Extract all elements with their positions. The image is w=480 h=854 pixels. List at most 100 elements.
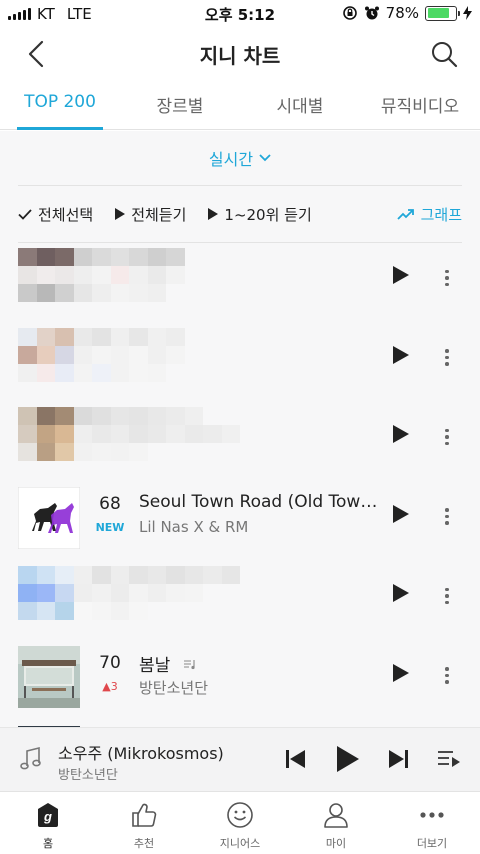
play-top20-button[interactable]: 1~20위 듣기 — [208, 204, 312, 225]
rank-change-up: ▲3 — [102, 679, 118, 693]
tab-top200[interactable]: TOP 200 — [0, 80, 120, 130]
song-row[interactable] — [0, 241, 480, 321]
play-icon — [393, 425, 409, 443]
play-icon — [393, 504, 409, 523]
person-icon — [322, 796, 350, 834]
svg-text:g: g — [43, 809, 52, 824]
graph-button[interactable]: 그래프 — [396, 204, 462, 225]
album-art — [18, 486, 80, 549]
nav-label: 추천 — [133, 837, 155, 850]
blurred-content — [18, 327, 240, 382]
nav-label: 더보기 — [416, 837, 448, 850]
nav-my[interactable]: 마이 — [288, 792, 384, 854]
artist-name: Lil Nas X & RM — [139, 517, 249, 536]
artist-name: 방탄소년단 — [139, 678, 209, 697]
nav-label: 마이 — [325, 837, 347, 850]
blurred-content — [18, 248, 240, 302]
status-right: 78% — [342, 4, 472, 22]
more-options-button[interactable] — [438, 423, 456, 451]
thumbs-up-icon — [130, 796, 158, 834]
song-list: 68 NEW Seoul Town Road (Old Town Road Re… — [0, 241, 480, 727]
realtime-filter-dropdown[interactable]: 실시간 — [0, 131, 480, 185]
play-top20-label: 1~20위 듣기 — [224, 205, 312, 224]
skip-previous-icon — [286, 750, 305, 768]
blurred-content — [18, 566, 240, 620]
more-options-button[interactable] — [438, 662, 456, 690]
select-all-label: 전체선택 — [38, 205, 94, 224]
chart-actions: 전체선택 전체듣기 1~20위 듣기 그래프 — [0, 186, 480, 242]
play-small-icon — [115, 208, 126, 220]
song-row[interactable] — [0, 559, 480, 639]
tab-genre[interactable]: 장르별 — [120, 80, 240, 129]
play-button[interactable] — [393, 504, 415, 529]
rank-number: 70 — [99, 652, 121, 673]
song-row[interactable] — [0, 321, 480, 401]
play-button[interactable] — [393, 584, 415, 608]
song-row[interactable] — [0, 400, 480, 480]
more-options-button[interactable] — [438, 264, 456, 292]
page-title: 지니 차트 — [199, 44, 281, 68]
song-row[interactable]: 68 NEW Seoul Town Road (Old Town Road Re… — [0, 480, 480, 560]
mini-player[interactable]: 소우주 (Mikrokosmos) 방탄소년단 — [0, 727, 480, 791]
home-g-icon: g — [35, 796, 61, 834]
playlist-button[interactable] — [436, 744, 462, 774]
select-all-button[interactable]: 전체선택 — [18, 204, 93, 225]
nav-recommend[interactable]: 추천 — [96, 792, 192, 854]
album-art — [18, 645, 80, 708]
nav-home[interactable]: g 홈 — [0, 792, 96, 854]
more-dots-icon — [419, 796, 445, 834]
trend-up-icon — [396, 209, 414, 220]
play-small-icon — [208, 208, 219, 220]
play-icon — [393, 345, 409, 364]
song-row[interactable] — [0, 718, 480, 727]
search-button[interactable] — [426, 36, 462, 72]
charging-icon — [463, 6, 472, 20]
chart-content: 실시간 전체선택 전체듣기 1~20위 듣기 그래프 68 NEW Seoul … — [0, 131, 480, 727]
tab-music-video[interactable]: 뮤직비디오 — [360, 80, 480, 129]
chevron-down-icon — [259, 154, 271, 162]
song-row[interactable]: 70 ▲3 봄날 방탄소년단 — [0, 639, 480, 719]
bottom-nav: g 홈 추천 지니어스 마이 더보기 — [0, 791, 480, 854]
skip-next-icon — [389, 750, 408, 768]
play-button[interactable] — [393, 663, 415, 688]
play-button[interactable] — [393, 345, 415, 370]
search-icon — [432, 42, 458, 68]
more-options-button[interactable] — [438, 503, 456, 531]
lyrics-icon — [183, 659, 195, 669]
play-all-label: 전체듣기 — [131, 205, 187, 224]
now-playing-title: 소우주 (Mikrokosmos) — [58, 744, 224, 763]
nav-genius[interactable]: 지니어스 — [192, 792, 288, 854]
previous-button[interactable] — [284, 744, 308, 774]
battery-percent: 78% — [385, 4, 419, 22]
nav-more[interactable]: 더보기 — [384, 792, 480, 854]
more-options-button[interactable] — [438, 582, 456, 610]
song-title-text: 봄날 — [139, 655, 171, 676]
play-pause-button[interactable] — [334, 744, 362, 774]
play-icon — [393, 266, 409, 284]
filter-label: 실시간 — [208, 150, 254, 169]
next-button[interactable] — [386, 744, 410, 774]
play-icon — [337, 746, 359, 772]
playlist-icon — [438, 751, 460, 767]
smiley-icon — [226, 796, 254, 834]
nav-label: 지니어스 — [219, 837, 261, 850]
music-note-icon — [20, 746, 41, 770]
tab-era[interactable]: 시대별 — [240, 80, 360, 129]
rank-change-new: NEW — [95, 520, 125, 534]
app-header: 지니 차트 — [0, 28, 480, 80]
status-bar: KT LTE 오후 5:12 78% — [0, 0, 480, 28]
play-button[interactable] — [393, 425, 415, 449]
play-icon — [393, 663, 409, 682]
play-button[interactable] — [393, 266, 415, 290]
more-options-button[interactable] — [438, 344, 456, 372]
play-all-button[interactable]: 전체듣기 — [115, 204, 186, 225]
song-title: Seoul Town Road (Old Town Road Remix) — [139, 491, 379, 512]
song-title: 봄날 — [139, 651, 197, 676]
alarm-icon — [364, 6, 379, 20]
blurred-content — [18, 407, 240, 461]
nav-label: 홈 — [42, 837, 54, 850]
play-icon — [393, 584, 409, 602]
battery-fill — [427, 8, 449, 18]
rank-number: 68 — [99, 493, 121, 514]
rotation-lock-icon — [342, 6, 357, 20]
